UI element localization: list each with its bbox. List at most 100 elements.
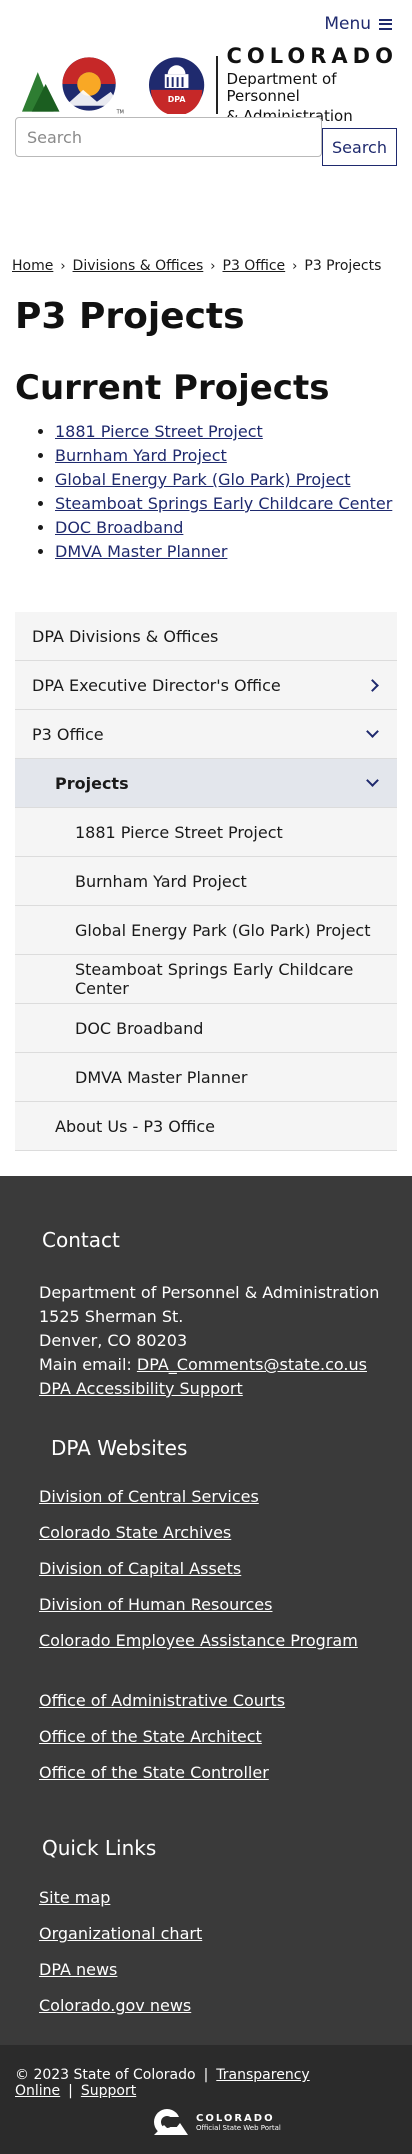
nav-item-project[interactable]: DOC Broadband <box>15 1004 397 1053</box>
breadcrumb: Home › Divisions & Offices › P3 Office ›… <box>12 258 381 274</box>
quick-link[interactable]: Colorado.gov news <box>39 1996 191 2015</box>
project-link[interactable]: Global Energy Park (Glo Park) Project <box>55 470 351 489</box>
list-item: DMVA Master Planner <box>55 540 392 564</box>
chevron-down-icon[interactable] <box>366 725 379 738</box>
nav-item-p3-office[interactable]: P3 Office <box>15 710 397 759</box>
list-item: Site map <box>39 1888 202 1924</box>
project-link[interactable]: 1881 Pierce Street Project <box>55 422 263 441</box>
list-item: Office of Administrative Courts <box>39 1691 285 1727</box>
nav-item-project[interactable]: Global Energy Park (Glo Park) Project <box>15 906 397 955</box>
search-input[interactable] <box>15 117 322 157</box>
nav-item-label: About Us - P3 Office <box>55 1116 215 1136</box>
breadcrumb-p3-office[interactable]: P3 Office <box>223 258 286 274</box>
project-list: 1881 Pierce Street Project Burnham Yard … <box>55 420 392 564</box>
list-item: Global Energy Park (Glo Park) Project <box>55 468 392 492</box>
nav-item-project[interactable]: DMVA Master Planner <box>15 1053 397 1102</box>
website-link[interactable]: Office of the State Controller <box>39 1763 269 1782</box>
site-footer: Contact Department of Personnel & Admini… <box>0 1176 412 2045</box>
nav-item-label: Steamboat Springs Early Childcare Center <box>75 960 354 998</box>
nav-item-divisions[interactable]: DPA Divisions & Offices <box>15 612 397 661</box>
email-link[interactable]: DPA_Comments@state.co.us <box>137 1355 367 1374</box>
accessibility-link[interactable]: DPA Accessibility Support <box>39 1379 243 1398</box>
address-line: Department of Personnel & Administration <box>39 1283 380 1302</box>
logo-dept-line1: Department of Personnel <box>226 70 337 105</box>
nav-item-executive-office[interactable]: DPA Executive Director's Office <box>15 661 397 710</box>
list-item: Office of the State Controller <box>39 1763 285 1799</box>
nav-item-label: Projects <box>55 773 129 793</box>
list-item: DPA news <box>39 1960 202 1996</box>
website-link[interactable]: Division of Human Resources <box>39 1595 272 1614</box>
list-item: 1881 Pierce Street Project <box>55 420 392 444</box>
list-item: Steamboat Springs Early Childcare Center <box>55 492 392 516</box>
website-link[interactable]: Office of the State Architect <box>39 1727 262 1746</box>
breadcrumb-home[interactable]: Home <box>12 258 53 274</box>
project-link[interactable]: Steamboat Springs Early Childcare Center <box>55 494 392 513</box>
website-link[interactable]: Colorado Employee Assistance Program <box>39 1631 358 1650</box>
project-link[interactable]: Burnham Yard Project <box>55 446 227 465</box>
list-item: Division of Central Services <box>39 1487 358 1523</box>
nav-item-about[interactable]: About Us - P3 Office <box>15 1102 397 1151</box>
websites-links-group1: Division of Central Services Colorado St… <box>39 1487 358 1667</box>
nav-item-project[interactable]: Steamboat Springs Early Childcare Center <box>15 955 397 1004</box>
separator: | <box>203 2067 209 2083</box>
nav-item-label: 1881 Pierce Street Project <box>75 822 283 842</box>
list-item: Office of the State Architect <box>39 1727 285 1763</box>
quick-link[interactable]: Organizational chart <box>39 1924 202 1943</box>
site-header: Menu TM DPA COLORADO Department of Perso… <box>0 0 412 270</box>
state-portal-logo[interactable]: COLORADO Official State Web Portal <box>152 2107 281 2137</box>
section-title: Current Projects <box>15 368 330 408</box>
hamburger-icon <box>379 18 392 30</box>
websites-links-group2: Office of Administrative Courts Office o… <box>39 1691 285 1799</box>
quick-links-heading: Quick Links <box>42 1836 157 1860</box>
separator: | <box>68 2083 73 2099</box>
copyright: © 2023 State of Colorado <box>15 2067 196 2083</box>
bottom-links-row: © 2023 State of Colorado | Transparency On… <box>15 2067 412 2099</box>
portal-line1: COLORADO <box>196 2112 275 2124</box>
list-item: DOC Broadband <box>55 516 392 540</box>
chevron-right-icon[interactable] <box>366 678 379 692</box>
quick-link[interactable]: Site map <box>39 1888 110 1907</box>
support-link[interactable]: Support <box>81 2083 136 2099</box>
website-link[interactable]: Colorado State Archives <box>39 1523 231 1542</box>
website-link[interactable]: Division of Capital Assets <box>39 1559 241 1578</box>
list-item: Division of Capital Assets <box>39 1559 358 1595</box>
breadcrumb-separator: › <box>210 258 216 274</box>
nav-item-projects[interactable]: Projects <box>15 759 397 808</box>
menu-button[interactable]: Menu <box>324 14 392 34</box>
address-line: 1525 Sherman St. <box>39 1307 184 1326</box>
breadcrumb-separator: › <box>60 258 66 274</box>
nav-item-project[interactable]: Burnham Yard Project <box>15 857 397 906</box>
list-item: Colorado Employee Assistance Program <box>39 1631 358 1667</box>
list-item: Colorado State Archives <box>39 1523 358 1559</box>
project-link[interactable]: DMVA Master Planner <box>55 542 227 561</box>
website-link[interactable]: Division of Central Services <box>39 1487 259 1506</box>
list-item: Organizational chart <box>39 1924 202 1960</box>
nav-item-label: DMVA Master Planner <box>75 1067 248 1087</box>
list-item: Division of Human Resources <box>39 1595 358 1631</box>
project-link[interactable]: DOC Broadband <box>55 518 183 537</box>
dpa-seal-icon: DPA <box>149 56 205 114</box>
chevron-down-icon[interactable] <box>366 774 379 787</box>
address-line: Denver, CO 80203 <box>39 1331 188 1350</box>
nav-item-label: DOC Broadband <box>75 1018 204 1038</box>
search-button[interactable]: Search <box>322 128 397 166</box>
contact-address: Department of Personnel & Administration… <box>39 1281 379 1401</box>
nav-item-project[interactable]: 1881 Pierce Street Project <box>15 808 397 857</box>
quick-links: Site map Organizational chart DPA news C… <box>39 1888 202 2032</box>
breadcrumb-divisions[interactable]: Divisions & Offices <box>73 258 204 274</box>
website-link[interactable]: Office of Administrative Courts <box>39 1691 285 1710</box>
colorado-c-logo-icon <box>154 2109 188 2135</box>
logo-colorado: COLORADO <box>226 44 398 68</box>
portal-text: COLORADO Official State Web Portal <box>196 2113 281 2132</box>
accessibility-row: DPA Accessibility Support <box>39 1377 379 1401</box>
page-title: P3 Projects <box>15 296 245 337</box>
site-logo[interactable]: TM DPA COLORADO Department of Personnel … <box>22 44 412 125</box>
logo-divider <box>215 55 218 114</box>
logo-text: COLORADO Department of Personnel & Admin… <box>227 44 412 125</box>
nav-item-label: DPA Divisions & Offices <box>32 626 219 646</box>
breadcrumb-separator: › <box>292 258 298 274</box>
quick-link[interactable]: DPA news <box>39 1960 117 1979</box>
colorado-mountain-logo-icon: TM <box>22 56 124 115</box>
list-item: Colorado.gov news <box>39 1996 202 2032</box>
section-nav: DPA Divisions & Offices DPA Executive Di… <box>15 612 397 1151</box>
